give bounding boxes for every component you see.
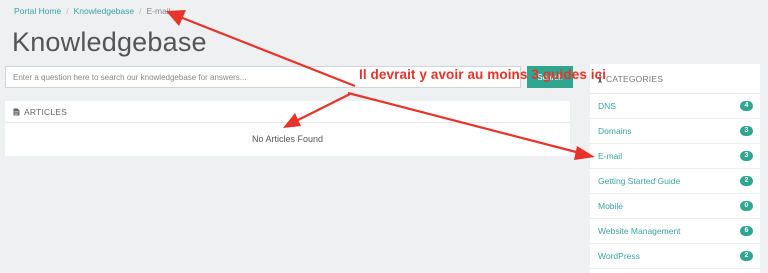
category-count-badge: 4 <box>740 101 753 111</box>
breadcrumb-separator: / <box>66 6 69 16</box>
category-label: DNS <box>598 101 616 111</box>
category-label: WordPress <box>598 251 640 261</box>
category-count-badge: 3 <box>740 151 753 161</box>
page-title: Knowledgebase <box>12 27 207 57</box>
category-domains[interactable]: Domains 3 <box>590 119 760 144</box>
category-getting-started-guide[interactable]: Getting Started Guide 2 <box>590 169 760 194</box>
breadcrumb: Portal Home / Knowledgebase / E-mail <box>14 6 171 16</box>
category-e-mail[interactable]: E-mail 3 <box>590 144 760 169</box>
category-count-badge: 3 <box>740 126 753 136</box>
category-count-badge: 6 <box>740 226 753 236</box>
breadcrumb-current: E-mail <box>146 6 171 16</box>
breadcrumb-knowledgebase[interactable]: Knowledgebase <box>74 6 135 16</box>
articles-header: ARTICLES <box>5 101 570 123</box>
category-dns[interactable]: DNS 4 <box>590 94 760 119</box>
categories-panel: CATEGORIES DNS 4 Domains 3 E-mail 3 Gett… <box>590 64 760 273</box>
breadcrumb-portal-home[interactable]: Portal Home <box>14 6 61 16</box>
category-count-badge: 0 <box>740 201 753 211</box>
category-label: E-mail <box>598 151 623 161</box>
breadcrumb-separator: / <box>139 6 142 16</box>
annotation-text: Il devrait y avoir au moins 3 guides ici <box>359 67 607 82</box>
category-count-badge: 2 <box>740 251 753 261</box>
no-articles-message: No Articles Found <box>251 134 324 144</box>
category-count-badge: 2 <box>740 176 753 186</box>
category-label: Website Management <box>598 226 681 236</box>
category-label: Getting Started Guide <box>598 176 681 186</box>
category-wordpress[interactable]: WordPress 2 <box>590 244 760 269</box>
category-label: Mobile <box>598 201 624 211</box>
articles-header-label: ARTICLES <box>24 106 68 117</box>
document-icon <box>13 108 20 115</box>
articles-panel: ARTICLES No Articles Found <box>5 101 570 156</box>
category-mobile[interactable]: Mobile 0 <box>590 194 760 219</box>
categories-header: CATEGORIES <box>590 64 760 94</box>
categories-header-label: CATEGORIES <box>606 73 664 84</box>
category-website-management[interactable]: Website Management 6 <box>590 219 760 244</box>
category-label: Domains <box>598 126 632 136</box>
